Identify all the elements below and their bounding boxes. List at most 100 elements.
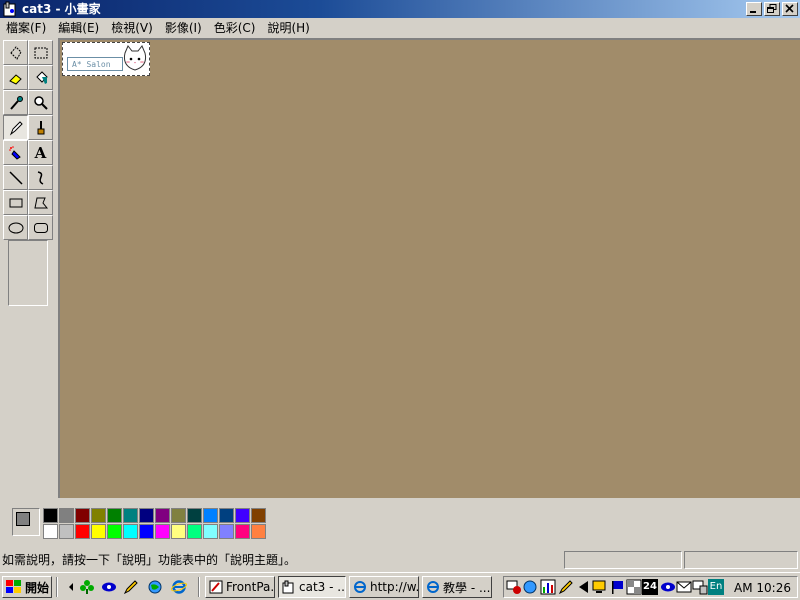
- current-colors[interactable]: [12, 508, 40, 536]
- quicklaunch-globe[interactable]: [146, 578, 164, 596]
- status-pane-coords: [564, 551, 682, 569]
- close-button[interactable]: [782, 2, 798, 16]
- color-swatch[interactable]: [187, 508, 202, 523]
- start-button[interactable]: 開始: [2, 576, 52, 598]
- taskbar-separator: [56, 577, 58, 597]
- color-swatch[interactable]: [107, 508, 122, 523]
- globe-tray-icon[interactable]: [522, 579, 538, 595]
- tool-picker[interactable]: [3, 90, 28, 115]
- arrow-tray-icon[interactable]: [576, 579, 592, 595]
- tool-rect-select[interactable]: [28, 40, 53, 65]
- color-swatch[interactable]: [107, 524, 122, 539]
- color-picker-icon: [9, 95, 23, 110]
- tool-airbrush[interactable]: [3, 140, 28, 165]
- color-swatch[interactable]: [219, 508, 234, 523]
- curve-icon: [37, 170, 43, 185]
- task-browser-1[interactable]: http://w...: [349, 576, 419, 598]
- tool-line[interactable]: [3, 165, 28, 190]
- checker-tray-icon[interactable]: [626, 579, 642, 595]
- color-swatch[interactable]: [187, 524, 202, 539]
- date-tray-icon[interactable]: 24: [642, 579, 658, 595]
- computer-tray-icon[interactable]: [692, 579, 708, 595]
- clover-icon: [80, 580, 94, 594]
- network-icon[interactable]: [506, 579, 522, 595]
- menu-view[interactable]: 檢視(V): [105, 18, 159, 38]
- color-swatch[interactable]: [139, 524, 154, 539]
- menu-help[interactable]: 說明(H): [261, 18, 315, 38]
- menu-file[interactable]: 檔案(F): [0, 18, 52, 38]
- paint-app-icon: [282, 580, 294, 594]
- eraser-icon: [8, 73, 22, 85]
- quicklaunch-clover[interactable]: [78, 578, 96, 596]
- polygon-icon: [33, 197, 48, 208]
- color-swatch[interactable]: [139, 508, 154, 523]
- tool-free-select[interactable]: [3, 40, 28, 65]
- color-swatch[interactable]: [123, 508, 138, 523]
- pencil-tray-icon[interactable]: [558, 579, 574, 595]
- language-indicator[interactable]: En: [708, 579, 724, 595]
- color-swatch[interactable]: [155, 524, 170, 539]
- quicklaunch-eye[interactable]: [100, 578, 118, 596]
- color-swatch[interactable]: [59, 508, 74, 523]
- flag-tray-icon[interactable]: [610, 579, 626, 595]
- ie-icon: [354, 581, 366, 593]
- task-frontpage[interactable]: FrontPa...: [205, 576, 275, 598]
- color-swatch[interactable]: [59, 524, 74, 539]
- color-swatch[interactable]: [155, 508, 170, 523]
- drawing-salon-label: A* Salon: [67, 57, 123, 71]
- title-bar: cat3 - 小畫家: [0, 0, 800, 18]
- tool-text[interactable]: A: [28, 140, 53, 165]
- color-swatch[interactable]: [91, 508, 106, 523]
- color-swatch[interactable]: [251, 508, 266, 523]
- color-swatch[interactable]: [171, 524, 186, 539]
- color-swatch[interactable]: [235, 524, 250, 539]
- menu-edit[interactable]: 編輯(E): [52, 18, 105, 38]
- brush-icon: [37, 120, 44, 134]
- drawing-canvas[interactable]: A* Salon: [62, 42, 150, 76]
- canvas-area[interactable]: A* Salon: [58, 38, 800, 498]
- color-swatch[interactable]: [75, 524, 90, 539]
- rounded-rect-icon: [33, 222, 48, 233]
- tool-rectangle[interactable]: [3, 190, 28, 215]
- minimize-button[interactable]: [746, 2, 762, 16]
- tool-brush[interactable]: [28, 115, 53, 140]
- color-swatch[interactable]: [219, 524, 234, 539]
- color-swatch[interactable]: [43, 508, 58, 523]
- tool-polygon[interactable]: [28, 190, 53, 215]
- tool-eraser[interactable]: [3, 65, 28, 90]
- paint-app-icon[interactable]: [2, 1, 18, 17]
- frontpage-icon: [209, 580, 223, 594]
- color-swatch[interactable]: [251, 524, 266, 539]
- color-swatch[interactable]: [123, 524, 138, 539]
- monitor-tray-icon[interactable]: [592, 579, 608, 595]
- chart-tray-icon[interactable]: [540, 579, 556, 595]
- mail-tray-icon[interactable]: [676, 579, 692, 595]
- eye-tray-icon[interactable]: [660, 579, 676, 595]
- color-swatch[interactable]: [91, 524, 106, 539]
- quicklaunch-pencil[interactable]: [122, 578, 140, 596]
- quicklaunch-ie[interactable]: [170, 578, 188, 596]
- color-swatch[interactable]: [75, 508, 90, 523]
- color-swatch[interactable]: [203, 508, 218, 523]
- tool-pencil[interactable]: [3, 115, 28, 140]
- color-swatch[interactable]: [235, 508, 250, 523]
- task-browser-2[interactable]: 教學 - ...: [422, 576, 492, 598]
- color-swatch[interactable]: [171, 508, 186, 523]
- task-paint[interactable]: cat3 - ...: [278, 576, 346, 598]
- tool-magnifier[interactable]: [28, 90, 53, 115]
- airbrush-icon: [8, 145, 21, 160]
- tool-fill[interactable]: [28, 65, 53, 90]
- tool-ellipse[interactable]: [3, 215, 28, 240]
- tool-options-box[interactable]: [8, 240, 48, 306]
- menu-colors[interactable]: 色彩(C): [208, 18, 262, 38]
- task-label: FrontPa...: [226, 580, 275, 594]
- task-label: 教學 - ...: [443, 580, 491, 595]
- color-swatch[interactable]: [203, 524, 218, 539]
- restore-button[interactable]: [764, 2, 780, 16]
- clock[interactable]: AM 10:26: [734, 580, 791, 596]
- tool-rounded-rect[interactable]: [28, 215, 53, 240]
- tool-curve[interactable]: [28, 165, 53, 190]
- arrow-left-icon: [69, 583, 73, 591]
- menu-image[interactable]: 影像(I): [159, 18, 208, 38]
- color-swatch[interactable]: [43, 524, 58, 539]
